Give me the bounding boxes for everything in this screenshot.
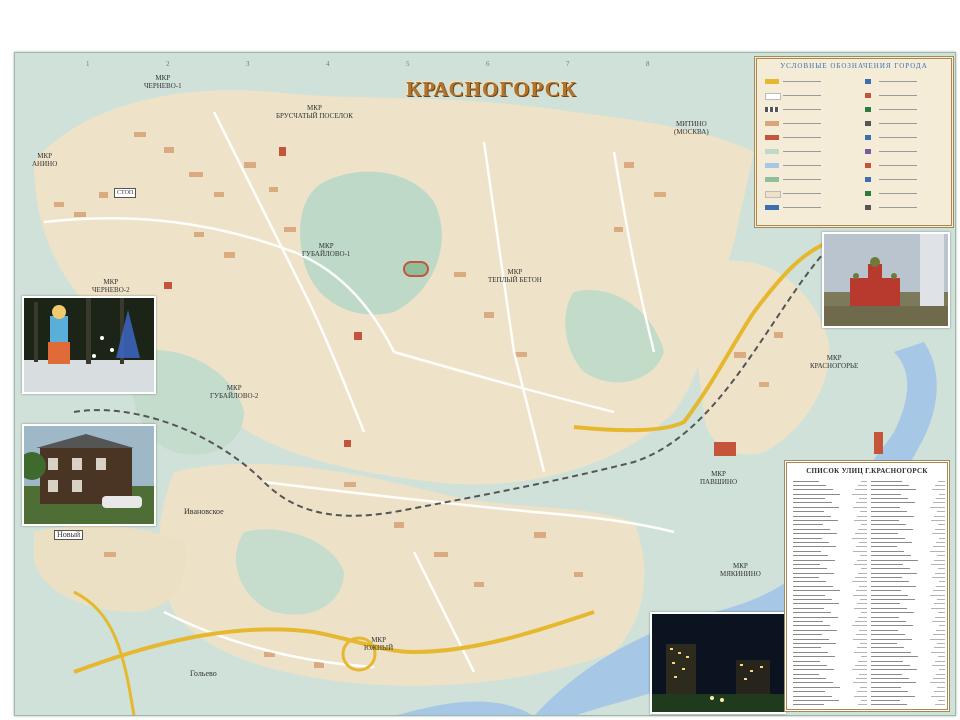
svg-text:3: 3 <box>246 60 250 68</box>
label-mitino: МИТИНО (МОСКВА) <box>674 120 709 136</box>
svg-text:4: 4 <box>326 60 330 68</box>
street-list-title: Список улиц г.Красногорск <box>806 467 928 475</box>
label-stop: СТОП <box>114 188 137 198</box>
svg-text:7: 7 <box>566 60 570 68</box>
svg-text:8: 8 <box>646 60 650 68</box>
map-legend: Условные обозначения города <box>754 56 954 228</box>
label-gubailovo-2: МКР ГУБАЙЛОВО-2 <box>210 384 259 400</box>
svg-text:1: 1 <box>86 60 90 68</box>
label-yuzhny: МКР ЮЖНЫЙ <box>364 636 394 652</box>
map-title: КРАСНОГОРСК <box>406 77 577 101</box>
street-list-row <box>871 703 945 707</box>
street-list: Список улиц г.Красногорск <box>784 460 950 712</box>
label-anino: МКР АНИНО <box>32 152 58 168</box>
street-list-row <box>793 703 867 707</box>
street-column-right <box>871 479 945 707</box>
label-pavshino: МКР ПАВШИНО <box>700 470 738 486</box>
label-ivanovskoe: Ивановское <box>184 507 224 516</box>
svg-text:2: 2 <box>166 60 170 68</box>
label-cherevo-1: МКР ЧЕРНЕВО-1 <box>144 74 182 90</box>
photo-park-statue <box>22 296 156 394</box>
street-column-left <box>793 479 867 707</box>
svg-text:5: 5 <box>406 60 410 68</box>
label-gubailovo-1: МКР ГУБАЙЛОВО-1 <box>302 242 351 258</box>
stadium <box>403 261 429 277</box>
photo-night-city <box>650 612 786 714</box>
label-teply-beton: МКР ТЕПЛЫЙ БЕТОН <box>488 268 542 284</box>
svg-text:6: 6 <box>486 60 490 68</box>
label-brusyany: МКР БРУСЧАТЫЙ ПОСЕЛОК <box>276 104 353 120</box>
photo-old-house <box>22 424 156 526</box>
photo-church <box>822 232 950 328</box>
legend-title: Условные обозначения города <box>780 62 928 70</box>
city-map[interactable]: 1 2 3 4 5 6 7 8 КРАСНОГОРСК МКР ЧЕРНЕВО-1 МКР Б… <box>14 52 956 716</box>
label-krasnogorye: МКР КРАСНОГОРЬЕ <box>810 354 859 370</box>
label-novy: Новый <box>54 530 84 540</box>
label-golyevo: Гольево <box>190 669 217 678</box>
label-cherevo-2: МКР ЧЕРНЕВО-2 <box>92 278 130 294</box>
label-myakinino: МКР МЯКИНИНО <box>720 562 761 578</box>
